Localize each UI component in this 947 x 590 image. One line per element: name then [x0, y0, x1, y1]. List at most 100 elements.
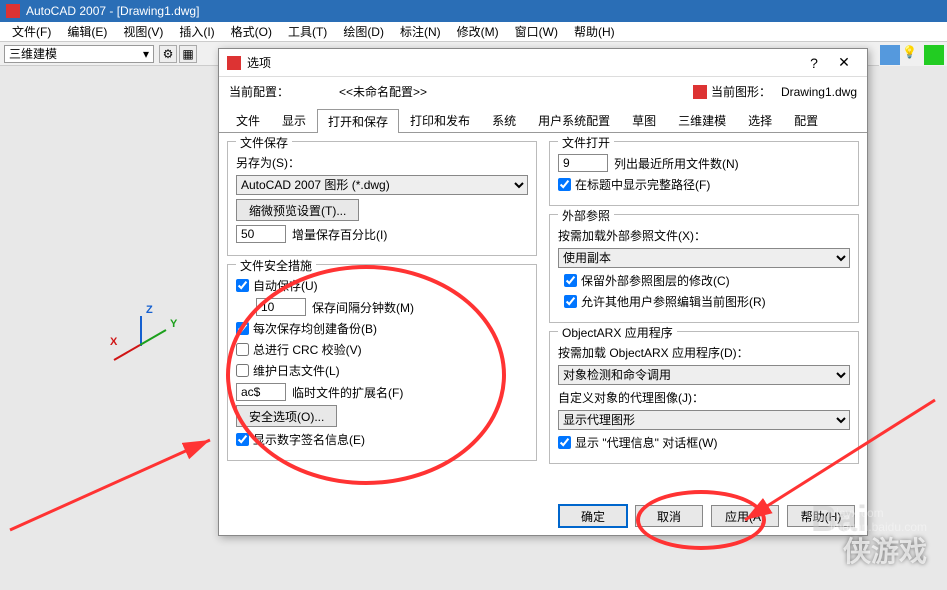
tabs: 文件 显示 打开和保存 打印和发布 系统 用户系统配置 草图 三维建模 选择 配… — [219, 108, 867, 133]
arx-legend: ObjectARX 应用程序 — [558, 324, 677, 341]
tab-plot[interactable]: 打印和发布 — [399, 108, 481, 132]
drawing-label: 当前图形： — [711, 83, 781, 100]
sig-checkbox[interactable] — [236, 433, 249, 446]
title-text: AutoCAD 2007 - [Drawing1.dwg] — [26, 4, 199, 18]
sig-label: 显示数字签名信息(E) — [253, 431, 365, 448]
menu-format[interactable]: 格式(O) — [223, 23, 280, 40]
dialog-title: 选项 — [247, 54, 271, 71]
tab-display[interactable]: 显示 — [271, 108, 317, 132]
tool-icon-1[interactable] — [880, 45, 900, 65]
menu-dim[interactable]: 标注(N) — [392, 23, 449, 40]
xref-legend: 外部参照 — [558, 207, 614, 224]
gear-icon[interactable]: ⚙ — [159, 45, 177, 63]
options-dialog: 选项 ? ✕ 当前配置： <<未命名配置>> 当前图形： Drawing1.dw… — [218, 48, 868, 536]
cancel-button[interactable]: 取消 — [635, 505, 703, 527]
incr-save-input[interactable] — [236, 225, 286, 243]
arx-group: ObjectARX 应用程序 按需加载 ObjectARX 应用程序(D)： 对… — [549, 331, 859, 464]
menu-insert[interactable]: 插入(I) — [171, 23, 222, 40]
security-button[interactable]: 安全选项(O)... — [236, 405, 337, 427]
tab-profile[interactable]: 配置 — [783, 108, 829, 132]
menu-modify[interactable]: 修改(M) — [449, 23, 507, 40]
recent-input[interactable] — [558, 154, 608, 172]
menu-tools[interactable]: 工具(T) — [280, 23, 335, 40]
titlebar: AutoCAD 2007 - [Drawing1.dwg] — [0, 0, 947, 22]
tool-icon-2[interactable] — [924, 45, 944, 65]
saveas-label: 另存为(S)： — [236, 154, 300, 171]
watermark: 侠游戏 — [843, 530, 927, 570]
log-checkbox[interactable] — [236, 364, 249, 377]
tab-open-save[interactable]: 打开和保存 — [317, 109, 399, 133]
profile-row: 当前配置： <<未命名配置>> 当前图形： Drawing1.dwg — [219, 77, 867, 106]
interval-label: 保存间隔分钟数(M) — [312, 299, 414, 316]
profile-value: <<未命名配置>> — [339, 83, 693, 100]
menu-draw[interactable]: 绘图(D) — [335, 23, 392, 40]
axis-x-label: X — [110, 336, 117, 348]
file-save-group: 文件保存 另存为(S)： AutoCAD 2007 图形 (*.dwg) 缩微预… — [227, 141, 537, 256]
right-toolbar: 💡 — [879, 44, 947, 68]
file-open-group: 文件打开 列出最近所用文件数(N) 在标题中显示完整路径(F) — [549, 141, 859, 206]
xref-demand-label: 按需加载外部参照文件(X)： — [558, 227, 706, 244]
menu-file[interactable]: 文件(F) — [4, 23, 59, 40]
menubar: 文件(F) 编辑(E) 视图(V) 插入(I) 格式(O) 工具(T) 绘图(D… — [0, 22, 947, 42]
thumbnail-button[interactable]: 缩微预览设置(T)... — [236, 199, 359, 221]
bulb-icon[interactable]: 💡 — [902, 45, 922, 65]
retain-checkbox[interactable] — [564, 274, 577, 287]
safety-legend: 文件安全措施 — [236, 257, 316, 274]
allow-checkbox[interactable] — [564, 295, 577, 308]
arx-demand-select[interactable]: 对象检测和命令调用 — [558, 365, 850, 385]
workspace-value: 三维建模 — [9, 45, 57, 62]
dialog-titlebar: 选项 ? ✕ — [219, 49, 867, 77]
crc-label: 总进行 CRC 校验(V) — [253, 341, 362, 358]
retain-label: 保留外部参照图层的修改(C) — [581, 272, 730, 289]
arx-demand-label: 按需加载 ObjectARX 应用程序(D)： — [558, 344, 749, 361]
fullpath-label: 在标题中显示完整路径(F) — [575, 176, 710, 193]
backup-label: 每次保存均创建备份(B) — [253, 320, 377, 337]
drawing-icon — [693, 85, 707, 99]
incr-save-label: 增量保存百分比(I) — [292, 226, 387, 243]
app-icon — [6, 4, 20, 18]
ok-button[interactable]: 确定 — [559, 505, 627, 527]
ext-input[interactable] — [236, 383, 286, 401]
recent-label: 列出最近所用文件数(N) — [614, 155, 739, 172]
profile-label: 当前配置： — [229, 83, 339, 100]
crc-checkbox[interactable] — [236, 343, 249, 356]
tab-system[interactable]: 系统 — [481, 108, 527, 132]
workspace-combo[interactable]: 三维建模 ▾ — [4, 45, 154, 63]
fullpath-checkbox[interactable] — [558, 178, 571, 191]
tool-icon[interactable]: ▦ — [179, 45, 197, 63]
allow-label: 允许其他用户参照编辑当前图形(R) — [581, 293, 766, 310]
saveas-format[interactable]: AutoCAD 2007 图形 (*.dwg) — [236, 175, 528, 195]
proxy-select[interactable]: 显示代理图形 — [558, 410, 850, 430]
show-proxy-checkbox[interactable] — [558, 436, 571, 449]
chevron-down-icon: ▾ — [143, 47, 149, 61]
tab-user[interactable]: 用户系统配置 — [527, 108, 621, 132]
tab-file[interactable]: 文件 — [225, 108, 271, 132]
tab-select[interactable]: 选择 — [737, 108, 783, 132]
menu-edit[interactable]: 编辑(E) — [59, 23, 115, 40]
menu-help[interactable]: 帮助(H) — [566, 23, 623, 40]
dialog-icon — [227, 56, 241, 70]
watermark: xiayx.comjingyan.baidu.com — [830, 506, 927, 534]
tab-draft[interactable]: 草图 — [621, 108, 667, 132]
autosave-checkbox[interactable] — [236, 279, 249, 292]
menu-window[interactable]: 窗口(W) — [507, 23, 566, 40]
safety-group: 文件安全措施 自动保存(U) 保存间隔分钟数(M) 每次保存均创建备份(B) 总… — [227, 264, 537, 461]
menu-view[interactable]: 视图(V) — [115, 23, 171, 40]
ext-label: 临时文件的扩展名(F) — [292, 384, 403, 401]
drawing-value: Drawing1.dwg — [781, 85, 857, 99]
tab-3d[interactable]: 三维建模 — [667, 108, 737, 132]
proxy-label: 自定义对象的代理图像(J)： — [558, 389, 704, 406]
file-open-legend: 文件打开 — [558, 134, 614, 151]
apply-button[interactable]: 应用(A) — [711, 505, 779, 527]
interval-input[interactable] — [256, 298, 306, 316]
help-button[interactable]: ? — [799, 52, 829, 74]
xref-group: 外部参照 按需加载外部参照文件(X)： 使用副本 保留外部参照图层的修改(C) … — [549, 214, 859, 323]
autosave-label: 自动保存(U) — [253, 277, 318, 294]
close-button[interactable]: ✕ — [829, 52, 859, 74]
axis-z-label: Z — [146, 304, 153, 316]
axis-y-label: Y — [170, 318, 177, 330]
log-label: 维护日志文件(L) — [253, 362, 340, 379]
backup-checkbox[interactable] — [236, 322, 249, 335]
xref-demand-select[interactable]: 使用副本 — [558, 248, 850, 268]
show-proxy-label: 显示 "代理信息" 对话框(W) — [575, 434, 718, 451]
